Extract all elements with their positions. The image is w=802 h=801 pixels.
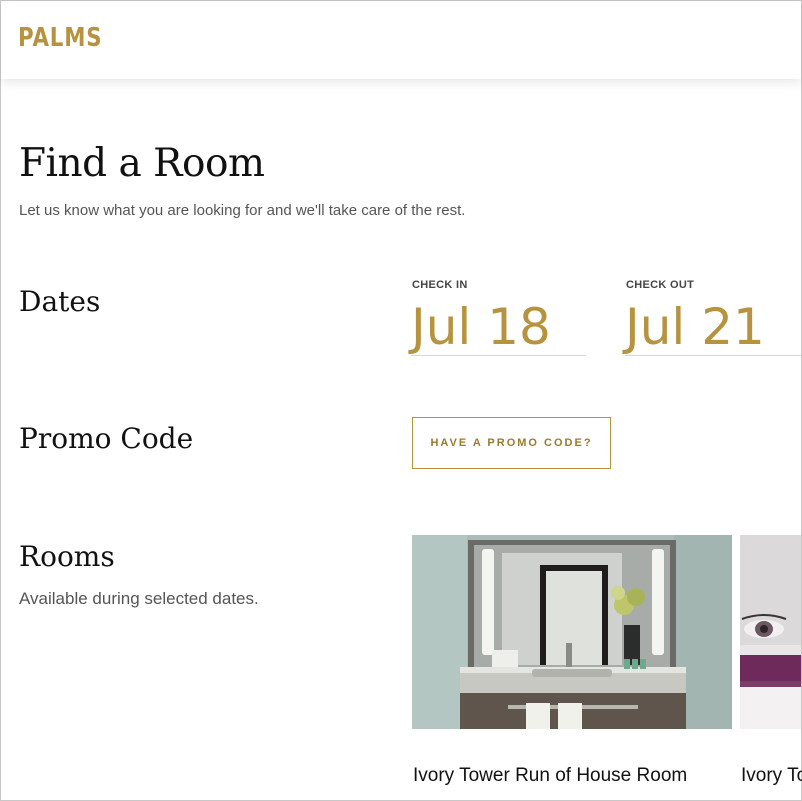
room-image-ivory-tower-2[interactable] <box>740 535 801 729</box>
check-in-label: CHECK IN <box>412 279 468 291</box>
check-in-underline <box>411 355 586 356</box>
page-title: Find a Room <box>19 141 265 186</box>
check-out-label: CHECK OUT <box>626 279 695 291</box>
room-name[interactable]: Ivory Tower Run of House Room <box>413 765 687 787</box>
check-out-underline <box>625 355 801 356</box>
check-in-date[interactable]: Jul 18 <box>411 297 551 357</box>
room-name[interactable]: Ivory To <box>741 765 802 787</box>
dates-section-label: Dates <box>19 285 101 318</box>
bathroom-photo <box>412 535 732 729</box>
site-header: PALMS <box>1 1 801 79</box>
check-out-date[interactable]: Jul 21 <box>625 297 765 357</box>
page-subtitle: Let us know what you are looking for and… <box>19 202 466 219</box>
palms-logo[interactable]: PALMS <box>18 23 102 53</box>
bedroom-photo <box>740 535 801 729</box>
promo-section-label: Promo Code <box>19 422 194 455</box>
room-image-ivory-tower[interactable] <box>412 535 732 729</box>
promo-code-button[interactable]: HAVE A PROMO CODE? <box>412 417 611 469</box>
rooms-section-label: Rooms <box>19 540 115 573</box>
rooms-subtitle: Available during selected dates. <box>19 589 259 608</box>
